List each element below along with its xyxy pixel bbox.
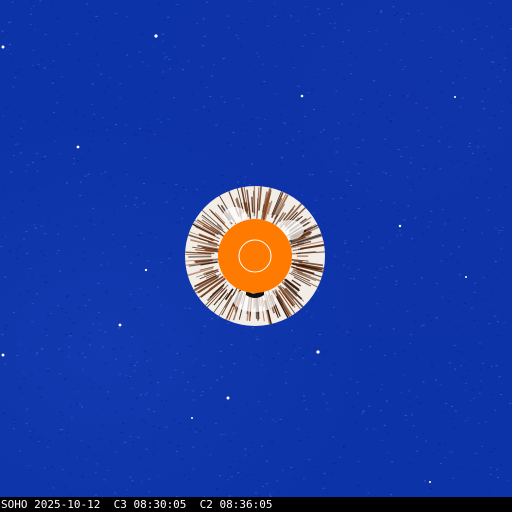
occulter-disk xyxy=(218,219,292,293)
image-caption: SOHO 2025-10-12 C3 08:30:05 C2 08:36:05 xyxy=(1,498,273,511)
c3-sky-field xyxy=(0,0,512,497)
streamer xyxy=(290,259,302,262)
coronagraph-image: SOHO 2025-10-12 C3 08:30:05 C2 08:36:05 xyxy=(0,0,512,512)
streamer xyxy=(251,196,254,213)
corona-bright-patch xyxy=(223,207,247,223)
caption-bar: SOHO 2025-10-12 C3 08:30:05 C2 08:36:05 xyxy=(0,497,512,512)
coronagraph-composite xyxy=(185,186,325,326)
